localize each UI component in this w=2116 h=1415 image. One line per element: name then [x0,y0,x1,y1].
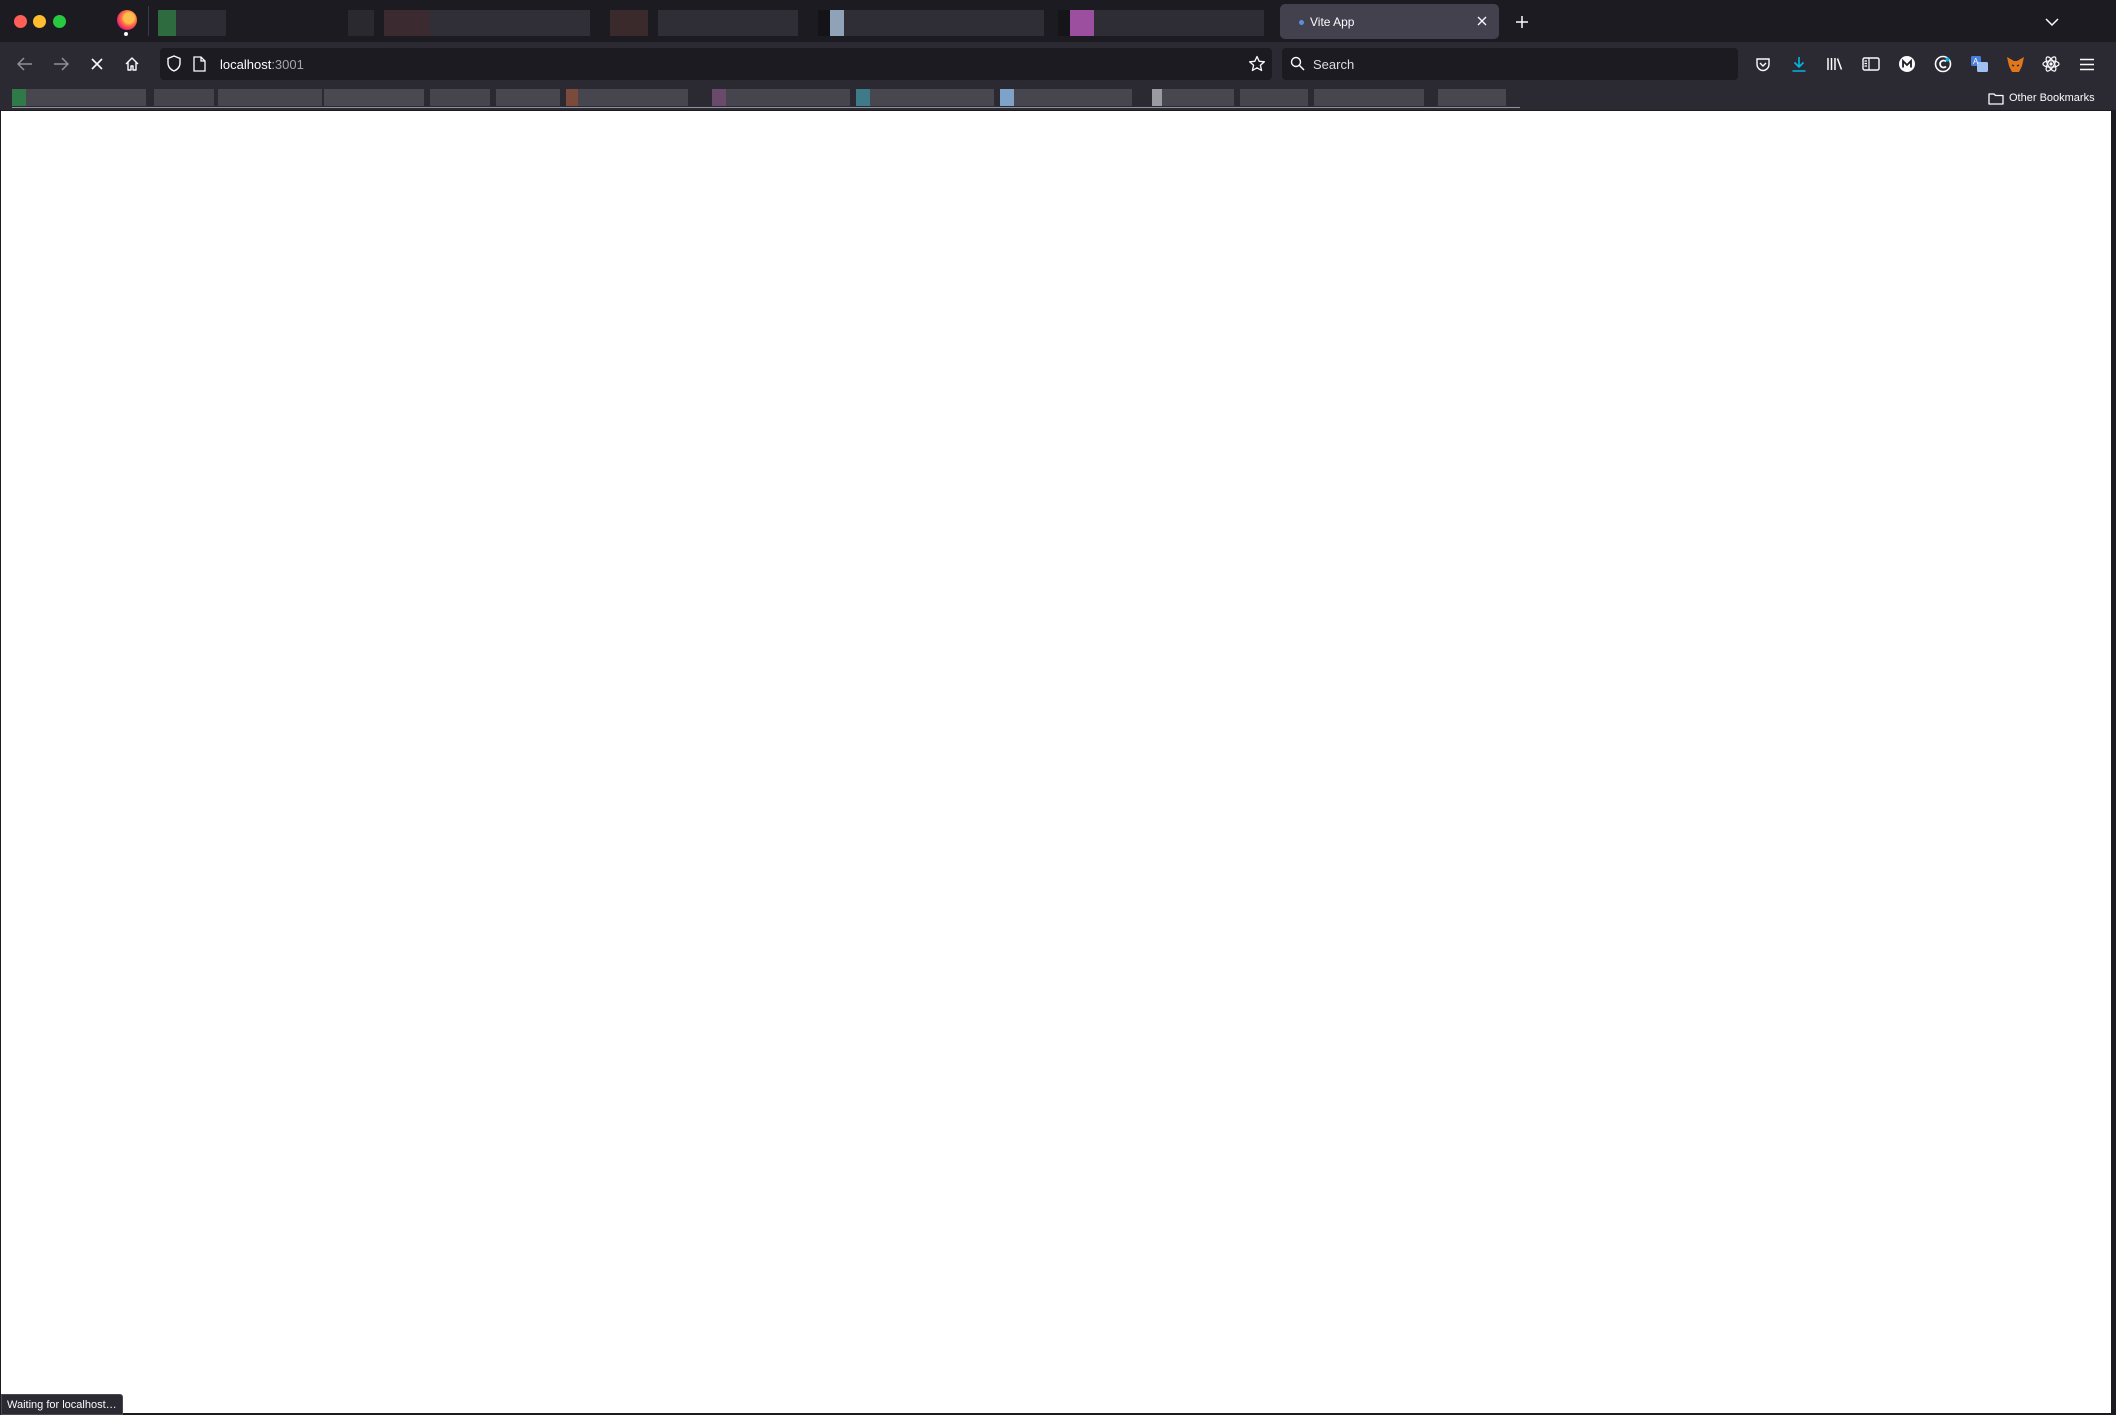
stop-icon[interactable] [83,50,111,78]
bookmarks-toolbar: Other Bookmarks [0,86,2116,110]
library-icon[interactable] [1824,53,1846,75]
background-tabs-blurred[interactable] [158,10,1264,36]
sidebar-icon[interactable] [1860,53,1882,75]
back-icon[interactable] [11,50,39,78]
window-close-button[interactable] [14,15,27,28]
extension-m-icon[interactable] [1896,53,1918,75]
navigation-toolbar: localhost:3001 Search A [0,42,2116,86]
extension-c-icon[interactable] [1932,53,1954,75]
window-maximize-button[interactable] [53,15,66,28]
shield-icon[interactable] [166,55,182,72]
url-host: localhost [220,57,272,72]
tab-bar: Vite App [0,0,2116,42]
metamask-icon[interactable] [2004,53,2026,75]
firefox-view-indicator [124,32,128,36]
url-port: :3001 [271,57,304,72]
translate-icon[interactable]: A [1968,53,1990,75]
url-text[interactable]: localhost:3001 [220,57,304,72]
search-bar[interactable]: Search [1282,48,1738,80]
page-content[interactable] [1,111,2111,1413]
downloads-icon[interactable] [1788,53,1810,75]
search-icon [1290,56,1305,71]
react-devtools-icon[interactable] [2040,53,2062,75]
status-bar: Waiting for localhost… [1,1394,123,1415]
forward-icon[interactable] [47,50,75,78]
pocket-icon[interactable] [1752,53,1774,75]
tab-active[interactable]: Vite App [1280,4,1499,39]
bookmarks-blurred[interactable] [12,89,1520,106]
other-bookmarks-button[interactable]: Other Bookmarks [1988,90,2095,106]
firefox-view-icon[interactable] [117,10,137,30]
loading-dot-icon [1299,20,1304,25]
url-bar[interactable]: localhost:3001 [160,48,1272,80]
tab-separator [148,6,149,36]
svg-text:A: A [1973,57,1979,66]
other-bookmarks-label: Other Bookmarks [2009,92,2095,104]
bookmark-star-icon[interactable] [1248,55,1266,73]
page-icon[interactable] [193,56,206,72]
tab-close-icon[interactable] [1473,12,1491,30]
chevron-down-icon[interactable] [2040,11,2064,33]
search-placeholder: Search [1313,57,1355,72]
bookmarks-divider [12,107,1520,108]
home-icon[interactable] [118,50,146,78]
window-minimize-button[interactable] [33,15,46,28]
plus-icon[interactable] [1510,11,1534,33]
folder-icon [1988,92,2004,105]
tab-title: Vite App [1310,15,1355,29]
menu-icon[interactable] [2076,53,2098,75]
